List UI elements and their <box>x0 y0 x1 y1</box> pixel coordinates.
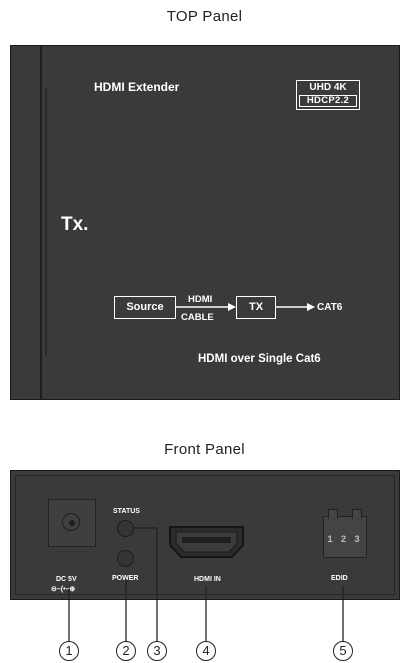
callout-1: 1 <box>59 641 79 661</box>
callout-4: 4 <box>196 641 216 661</box>
callout-5: 5 <box>333 641 353 661</box>
callout-leaders <box>68 527 344 641</box>
leader-line-3 <box>133 527 158 641</box>
callout-3: 3 <box>147 641 167 661</box>
callout-2: 2 <box>116 641 136 661</box>
